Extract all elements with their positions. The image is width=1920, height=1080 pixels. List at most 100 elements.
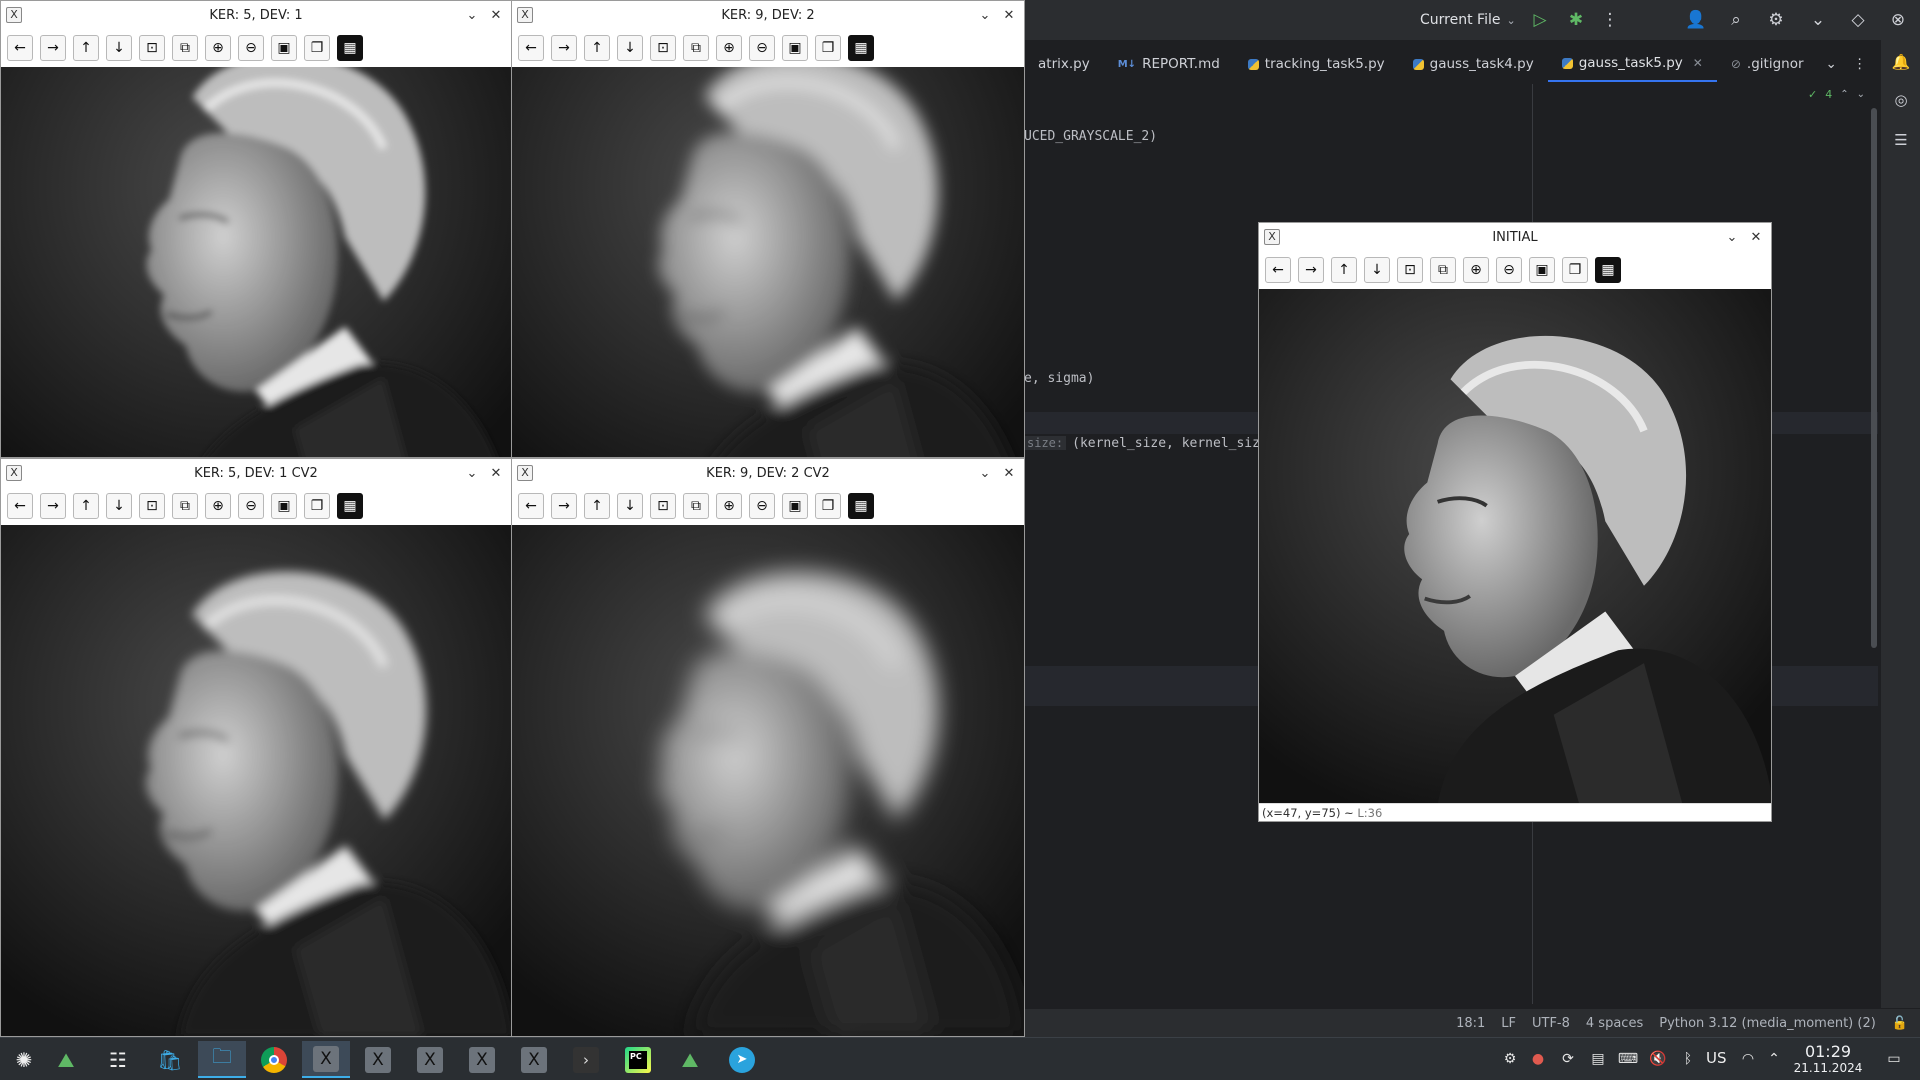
tab-report[interactable]: M↓ REPORT.md: [1104, 46, 1234, 82]
zoom-in-icon[interactable]: ⊕: [716, 35, 742, 61]
terminal-icon[interactable]: ›: [562, 1041, 610, 1078]
keyboard-layout-indicator[interactable]: US: [1706, 1049, 1727, 1067]
lock-icon[interactable]: 🔓: [1892, 1016, 1908, 1031]
save-icon[interactable]: ▣: [1529, 257, 1555, 283]
x-window-icon[interactable]: X: [510, 1041, 558, 1078]
arrow-right-icon[interactable]: →: [40, 493, 66, 519]
image-canvas[interactable]: [1259, 289, 1771, 805]
settings-sliders-icon[interactable]: ☷: [94, 1041, 142, 1078]
close-icon[interactable]: ✕: [1000, 464, 1018, 482]
properties-icon[interactable]: ▦: [848, 493, 874, 519]
run-icon[interactable]: ▷: [1528, 8, 1552, 32]
tabs-dropdown-icon[interactable]: ⌄: [1818, 46, 1845, 82]
volume-muted-icon[interactable]: 🔇: [1648, 1049, 1668, 1069]
properties-icon[interactable]: ▦: [1595, 257, 1621, 283]
zoom-out-icon[interactable]: ⊖: [238, 493, 264, 519]
minimize-chevron-icon[interactable]: ⌄: [976, 464, 994, 482]
save-icon[interactable]: ▣: [782, 493, 808, 519]
tab-gauss-task4[interactable]: gauss_task4.py: [1399, 46, 1548, 82]
zoom-in-icon[interactable]: ⊕: [1463, 257, 1489, 283]
more-icon[interactable]: ⋮: [1845, 46, 1875, 82]
debug-icon[interactable]: ✱: [1564, 8, 1588, 32]
notification-bell-icon[interactable]: ⚙: [1500, 1049, 1520, 1069]
x-window-icon[interactable]: X: [302, 1041, 350, 1078]
caret-position[interactable]: 18:1: [1456, 1016, 1485, 1031]
show-desktop-icon[interactable]: ▭: [1884, 1049, 1904, 1069]
editor-scrollbar[interactable]: [1871, 108, 1877, 648]
arrow-up-icon[interactable]: ↑: [73, 35, 99, 61]
zoom-out-icon[interactable]: ⊖: [749, 35, 775, 61]
x-window-icon[interactable]: X: [354, 1041, 402, 1078]
line-separator[interactable]: LF: [1501, 1016, 1516, 1031]
close-icon[interactable]: ✕: [1000, 6, 1018, 24]
zoom-in-icon[interactable]: ⊕: [716, 493, 742, 519]
zoom-out-icon[interactable]: ⊖: [749, 493, 775, 519]
x-window-icon[interactable]: X: [406, 1041, 454, 1078]
tab-atrix[interactable]: atrix.py: [1024, 46, 1104, 82]
zoom-in-icon[interactable]: ⊕: [205, 493, 231, 519]
clock[interactable]: 01:29 21.11.2024: [1792, 1043, 1864, 1076]
tab-tracking-task5[interactable]: tracking_task5.py: [1234, 46, 1399, 82]
tab-gitignore[interactable]: ⊘ .gitignor: [1717, 46, 1818, 82]
inspection-widget[interactable]: ✓ 4 ⌃ ⌄: [1808, 88, 1865, 101]
arrow-down-icon[interactable]: ↓: [106, 493, 132, 519]
close-icon[interactable]: ✕: [1747, 228, 1765, 246]
arrow-left-icon[interactable]: ←: [1265, 257, 1291, 283]
system-monitor-icon[interactable]: ⛰: [666, 1041, 714, 1078]
properties-icon[interactable]: ▦: [848, 35, 874, 61]
minimize-chevron-icon[interactable]: ⌄: [463, 6, 481, 24]
zoom-rect-icon[interactable]: ⊡: [139, 493, 165, 519]
arrow-left-icon[interactable]: ←: [7, 35, 33, 61]
keyboard-icon[interactable]: ⌨: [1618, 1049, 1638, 1069]
image-canvas[interactable]: [1, 67, 511, 457]
zoom-rect-icon[interactable]: ⊡: [650, 35, 676, 61]
minimize-chevron-icon[interactable]: ⌄: [463, 464, 481, 482]
zoom-rect-icon[interactable]: ⊡: [650, 493, 676, 519]
arrow-left-icon[interactable]: ←: [518, 493, 544, 519]
more-actions-icon[interactable]: ⋮: [1598, 8, 1622, 32]
zoom-fit-icon[interactable]: ⧉: [172, 493, 198, 519]
indent-setting[interactable]: 4 spaces: [1586, 1016, 1643, 1031]
close-icon[interactable]: ✕: [1693, 56, 1703, 70]
database-icon[interactable]: ☰: [1891, 130, 1911, 150]
arrow-up-icon[interactable]: ↑: [73, 493, 99, 519]
image-canvas[interactable]: [512, 67, 1024, 457]
bluetooth-icon[interactable]: ᛒ: [1678, 1049, 1698, 1069]
arrow-right-icon[interactable]: →: [1298, 257, 1324, 283]
save-icon[interactable]: ▣: [271, 35, 297, 61]
arrow-up-icon[interactable]: ↑: [584, 35, 610, 61]
properties-icon[interactable]: ▦: [337, 35, 363, 61]
system-monitor-icon[interactable]: ⛰: [42, 1041, 90, 1078]
arrow-up-icon[interactable]: ↑: [1331, 257, 1357, 283]
minimize-chevron-icon[interactable]: ⌄: [976, 6, 994, 24]
zoom-out-icon[interactable]: ⊖: [238, 35, 264, 61]
discover-icon[interactable]: 🛍: [146, 1041, 194, 1078]
properties-icon[interactable]: ▦: [337, 493, 363, 519]
tray-badge-icon[interactable]: ●: [1528, 1049, 1548, 1069]
copy-icon[interactable]: ❐: [815, 493, 841, 519]
app-launcher-icon[interactable]: ✺: [0, 1041, 48, 1078]
zoom-in-icon[interactable]: ⊕: [205, 35, 231, 61]
close-icon[interactable]: ✕: [487, 464, 505, 482]
zoom-fit-icon[interactable]: ⧉: [1430, 257, 1456, 283]
zoom-fit-icon[interactable]: ⧉: [683, 493, 709, 519]
chevron-up-icon[interactable]: ⌃: [1764, 1049, 1784, 1069]
clipboard-icon[interactable]: ▤: [1588, 1049, 1608, 1069]
x-window-icon[interactable]: X: [458, 1041, 506, 1078]
file-manager-icon[interactable]: 🗀: [198, 1041, 246, 1078]
run-config-selector[interactable]: Current File ⌄: [1420, 9, 1516, 31]
chevron-down-icon[interactable]: ⌄: [1806, 8, 1830, 32]
chrome-icon[interactable]: [250, 1041, 298, 1078]
close-icon[interactable]: ✕: [487, 6, 505, 24]
arrow-left-icon[interactable]: ←: [7, 493, 33, 519]
search-icon[interactable]: ⌕: [1724, 8, 1748, 32]
image-canvas[interactable]: [512, 525, 1024, 1036]
arrow-down-icon[interactable]: ↓: [1364, 257, 1390, 283]
update-icon[interactable]: ⟳: [1558, 1049, 1578, 1069]
arrow-down-icon[interactable]: ↓: [106, 35, 132, 61]
file-encoding[interactable]: UTF-8: [1532, 1016, 1570, 1031]
pycharm-icon[interactable]: PC: [614, 1041, 662, 1078]
arrow-right-icon[interactable]: →: [40, 35, 66, 61]
bell-icon[interactable]: 🔔: [1891, 52, 1911, 72]
minimize-chevron-icon[interactable]: ⌄: [1723, 228, 1741, 246]
